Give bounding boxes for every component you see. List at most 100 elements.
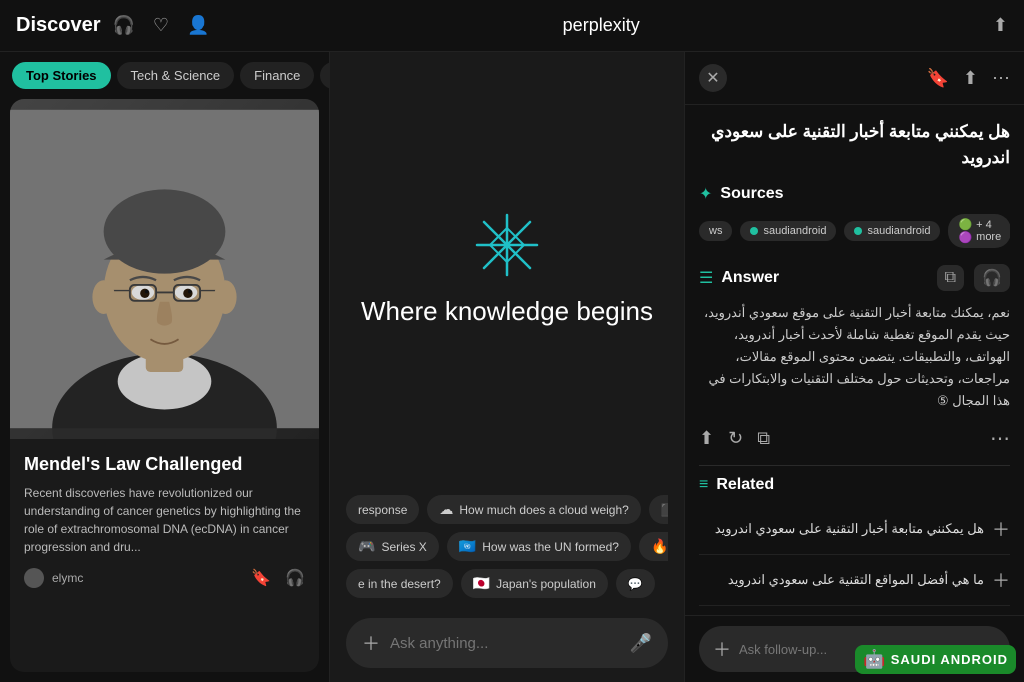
center-hero: Where knowledge begins <box>330 52 684 485</box>
related-item-2[interactable]: ما هي أفضل المواقع التقنية على سعودي اند… <box>699 555 1010 606</box>
right-panel-content: هل يمكنني متابعة أخبار التقنية على سعودي… <box>685 105 1024 615</box>
right-panel-bottom: ＋ Ask follow-up... 🤖 SAUDI ANDROID <box>685 615 1024 682</box>
related-section-header: ≡ Related <box>699 476 1010 494</box>
sources-section-header: ✦ Sources <box>699 184 1010 204</box>
perplexity-title: perplexity <box>563 15 640 36</box>
related-item-1[interactable]: هل يمكنني متابعة أخبار التقنية على سعودي… <box>699 504 1010 555</box>
follow-up-plus-icon[interactable]: ＋ <box>713 636 731 662</box>
ws-label: ws <box>709 225 722 237</box>
story-author: elymc <box>24 568 83 588</box>
share-icon[interactable]: ⬆ <box>993 15 1008 36</box>
related-text-1: هل يمكنني متابعة أخبار التقنية على سعودي… <box>699 521 984 537</box>
sources-label: Sources <box>720 185 783 203</box>
headphones-icon[interactable]: 🎧 <box>113 15 135 36</box>
suggestion-chip[interactable]: ☁How much does a cloud weigh? <box>427 495 640 524</box>
gamepad-chip-icon: 🎮 <box>358 538 375 555</box>
story-card[interactable]: Mendel's Law Challenged Recent discoveri… <box>10 99 319 672</box>
suggestion-row-2: 🎮Series X 🇺🇳How was the UN formed? 🔥Wh <box>346 532 668 561</box>
perplexity-logo-icon <box>472 210 542 280</box>
profile-icon[interactable]: 👤 <box>187 15 209 36</box>
headphones-story-icon[interactable]: 🎧 <box>285 568 305 588</box>
suggestion-chip[interactable]: 💬 <box>616 569 655 598</box>
related-label: Related <box>716 476 774 494</box>
center-tagline: Where knowledge begins <box>361 296 653 327</box>
source-avatars: 🟢🟣 <box>958 218 972 244</box>
suggestion-chip[interactable]: ⬛ <box>649 495 668 524</box>
ask-plus-icon[interactable]: ＋ <box>362 630 380 656</box>
ws-badge[interactable]: ws <box>699 221 732 241</box>
center-panel: Where knowledge begins response ☁How muc… <box>330 52 684 682</box>
copy-answer-icon[interactable]: ⧉ <box>937 265 964 291</box>
right-panel: ✕ 🔖 ⬆ ⋯ هل يمكنني متابعة أخبار التقنية ع… <box>684 52 1024 682</box>
japan-chip-icon: 🇯🇵 <box>473 575 490 592</box>
source-more-label: + 4 more <box>976 219 1001 243</box>
answer-icons: ⧉ 🎧 <box>937 264 1010 292</box>
category-tabs: Top Stories Tech & Science Finance Art <box>0 52 329 99</box>
heart-icon[interactable]: ♡ <box>153 15 169 36</box>
suggestion-chip[interactable]: 🇺🇳How was the UN formed? <box>447 532 631 561</box>
share-right-icon[interactable]: ⬆ <box>963 68 978 89</box>
cloud-chip-icon: ☁ <box>439 501 453 518</box>
tab-art[interactable]: Art <box>320 62 329 89</box>
listen-answer-icon[interactable]: 🎧 <box>974 264 1010 292</box>
suggestion-chip[interactable]: 🇯🇵Japan's population <box>461 569 608 598</box>
answer-icon: ☰ <box>699 268 713 288</box>
answer-header-left: ☰ Answer <box>699 268 779 288</box>
more-answer-icon[interactable]: ⋯ <box>990 426 1010 451</box>
ask-input[interactable] <box>390 635 620 652</box>
suggestion-chip[interactable]: 🎮Series X <box>346 532 439 561</box>
suggestion-row-1: response ☁How much does a cloud weigh? ⬛ <box>346 495 668 524</box>
sources-icon: ✦ <box>699 184 712 204</box>
source-name-2: saudiandroid <box>867 225 930 237</box>
source-more[interactable]: 🟢🟣 + 4 more <box>948 214 1010 248</box>
source-badge-2[interactable]: saudiandroid <box>844 221 940 241</box>
bookmark-icon[interactable]: 🔖 <box>251 568 271 588</box>
more-right-icon[interactable]: ⋯ <box>992 68 1010 89</box>
fire-chip-icon: 🔥 <box>651 538 668 555</box>
left-panel: Top Stories Tech & Science Finance Art <box>0 52 330 682</box>
un-chip-icon: 🇺🇳 <box>459 538 476 555</box>
source-badge-1[interactable]: saudiandroid <box>740 221 836 241</box>
related-item-3[interactable]: هل يوجد تطبيق سعودي اندرويد ل متابعة الأ… <box>699 606 1010 615</box>
share-answer-icon[interactable]: ⬆ <box>699 428 714 449</box>
answer-action-left: ⬆ ↻ ⧉ <box>699 428 770 449</box>
story-description: Recent discoveries have revolutionized o… <box>24 484 305 556</box>
watermark-robot-icon: 🤖 <box>863 649 886 670</box>
related-section: ≡ Related هل يمكنني متابعة أخبار التقنية… <box>699 466 1010 615</box>
tab-finance[interactable]: Finance <box>240 62 314 89</box>
right-panel-actions: 🔖 ⬆ ⋯ <box>926 68 1010 89</box>
header-right-icons: ⬆ <box>993 15 1008 36</box>
story-image <box>10 99 319 439</box>
ask-bar: ＋ 🎤 <box>346 618 668 668</box>
story-title: Mendel's Law Challenged <box>24 453 305 476</box>
author-name: elymc <box>52 571 83 585</box>
suggestion-chip[interactable]: 🔥Wh <box>639 532 668 561</box>
close-button[interactable]: ✕ <box>699 64 727 92</box>
suggestion-chip[interactable]: e in the desert? <box>346 569 453 598</box>
source-name-1: saudiandroid <box>763 225 826 237</box>
refresh-answer-icon[interactable]: ↻ <box>728 428 743 449</box>
related-plus-2: ＋ <box>992 567 1010 593</box>
sources-row: ws saudiandroid saudiandroid 🟢🟣 + 4 more <box>699 214 1010 248</box>
answer-header: ☰ Answer ⧉ 🎧 <box>699 264 1010 292</box>
header-left: Discover 🎧 ♡ 👤 <box>16 14 209 37</box>
related-plus-1: ＋ <box>992 516 1010 542</box>
related-icon: ≡ <box>699 476 708 494</box>
main-layout: Top Stories Tech & Science Finance Art <box>0 52 1024 682</box>
source-dot-2 <box>854 227 862 235</box>
suggestions-area: response ☁How much does a cloud weigh? ⬛… <box>330 485 684 608</box>
tab-tech-science[interactable]: Tech & Science <box>117 62 235 89</box>
story-actions: 🔖 🎧 <box>251 568 305 588</box>
copy-icon[interactable]: ⧉ <box>757 428 770 449</box>
question-title: هل يمكنني متابعة أخبار التقنية على سعودي… <box>699 119 1010 170</box>
suggestion-chip[interactable]: response <box>346 495 419 524</box>
microphone-icon[interactable]: 🎤 <box>630 633 652 654</box>
right-panel-header: ✕ 🔖 ⬆ ⋯ <box>685 52 1024 105</box>
header-left-icons: 🎧 ♡ 👤 <box>113 15 210 36</box>
story-content: Mendel's Law Challenged Recent discoveri… <box>10 439 319 598</box>
author-avatar <box>24 568 44 588</box>
bookmark-right-icon[interactable]: 🔖 <box>926 68 948 89</box>
watermark-text: SAUDI ANDROID <box>891 652 1008 667</box>
tab-top-stories[interactable]: Top Stories <box>12 62 111 89</box>
answer-label: Answer <box>721 269 779 287</box>
